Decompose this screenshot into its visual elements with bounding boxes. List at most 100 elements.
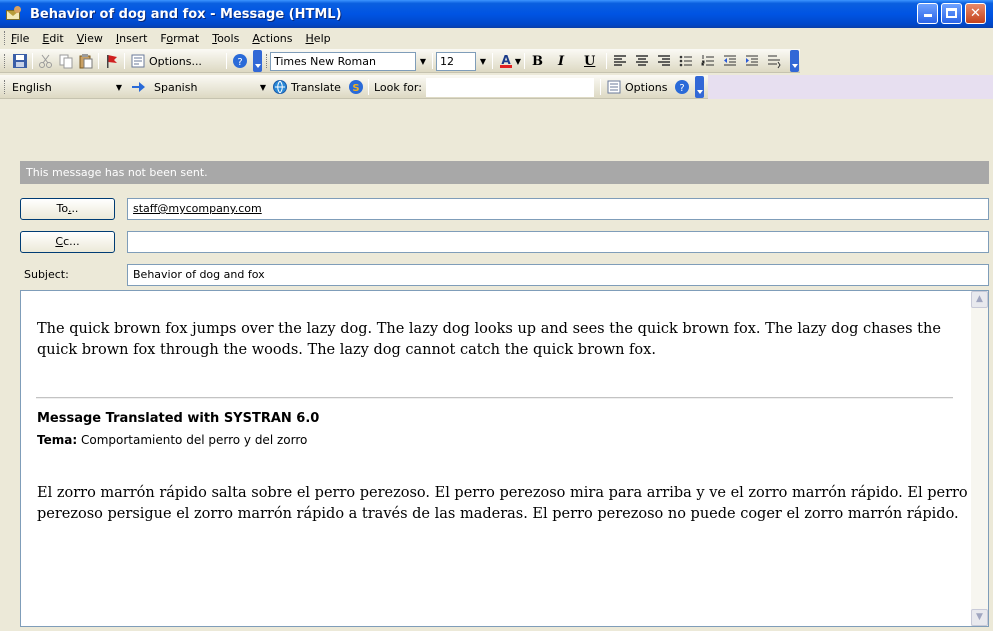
to-recipient[interactable]: staff@mycompany.com xyxy=(133,202,262,215)
subject-field[interactable]: Behavior of dog and fox xyxy=(127,264,989,286)
numbering-button[interactable] xyxy=(700,52,716,70)
svg-text:S: S xyxy=(352,83,359,94)
underline-button[interactable]: U xyxy=(584,52,595,70)
minimize-icon xyxy=(923,14,932,17)
toolbar-overflow-chevron[interactable] xyxy=(253,50,262,72)
toolbar-grip[interactable] xyxy=(4,80,7,94)
toolbar-overflow-chevron[interactable] xyxy=(790,50,799,72)
horizontal-line-button[interactable] xyxy=(766,52,782,70)
translation-header: Message Translated with SYSTRAN 6.0 xyxy=(37,411,320,426)
translated-text: El zorro marrón rápido salta sobre el pe… xyxy=(37,485,968,522)
scroll-down-button[interactable]: ▼ xyxy=(971,609,988,626)
chevron-down-icon[interactable]: ▼ xyxy=(416,52,430,71)
copy-button[interactable] xyxy=(58,52,74,70)
menu-tools[interactable]: Tools xyxy=(212,32,239,45)
tema-value: Comportamiento del perro y del zorro xyxy=(80,433,308,447)
chevron-down-icon[interactable]: ▼ xyxy=(514,52,522,71)
font-name-select[interactable]: Times New Roman xyxy=(270,52,416,71)
align-left-button[interactable] xyxy=(612,52,628,70)
message-body[interactable]: The quick brown fox jumps over the lazy … xyxy=(20,290,989,627)
translate-icon xyxy=(273,80,287,94)
source-language-value: English xyxy=(12,81,52,94)
menu-help[interactable]: Help xyxy=(306,32,331,45)
subject-label: Subject: xyxy=(24,268,69,281)
decrease-indent-button[interactable] xyxy=(722,52,738,70)
separator xyxy=(98,53,99,69)
translate-label: Translate xyxy=(291,80,341,94)
help-button[interactable]: ? xyxy=(232,52,248,70)
font-size-select[interactable]: 12 xyxy=(436,52,476,71)
increase-indent-icon xyxy=(746,55,758,66)
maximize-icon xyxy=(946,8,957,18)
font-size-value: 12 xyxy=(440,55,454,68)
toolbar-grip[interactable] xyxy=(4,54,7,68)
menu-view[interactable]: View xyxy=(77,32,103,45)
bullets-button[interactable] xyxy=(678,52,694,70)
paste-button[interactable] xyxy=(78,52,94,70)
toolbar-overflow-chevron[interactable] xyxy=(695,76,704,98)
original-text: The quick brown fox jumps over the lazy … xyxy=(37,321,941,358)
translated-subject: Tema: Comportamiento del perro y del zor… xyxy=(37,433,307,447)
italic-button[interactable]: I xyxy=(558,52,564,70)
maximize-button[interactable] xyxy=(941,3,962,24)
translate-options-label: Options xyxy=(625,80,668,94)
scroll-up-button[interactable]: ▲ xyxy=(971,291,988,308)
menu-edit[interactable]: Edit xyxy=(42,32,63,45)
look-for-input[interactable] xyxy=(426,78,594,97)
separator xyxy=(600,79,601,95)
bold-button[interactable]: B xyxy=(532,52,543,70)
translation-toolbar: English ▼ Spanish ▼ Translate S Look for… xyxy=(0,75,600,99)
divider xyxy=(36,397,953,399)
separator xyxy=(492,53,493,69)
menu-insert[interactable]: Insert xyxy=(116,32,148,45)
options-button[interactable]: Options... xyxy=(130,52,202,70)
help-icon: ? xyxy=(675,80,689,94)
align-right-button[interactable] xyxy=(656,52,672,70)
translate-help-button[interactable]: ? xyxy=(674,78,690,96)
chevron-down-icon[interactable]: ▼ xyxy=(476,52,490,71)
save-button[interactable] xyxy=(12,52,28,70)
separator xyxy=(606,53,607,69)
cc-field[interactable] xyxy=(127,231,989,253)
svg-text:A: A xyxy=(501,53,511,67)
window-title: Behavior of dog and fox - Message (HTML) xyxy=(30,6,342,22)
font-color-button[interactable]: A xyxy=(498,52,514,70)
toolbar-grip[interactable] xyxy=(266,54,269,68)
cut-button[interactable] xyxy=(38,52,54,70)
svg-text:?: ? xyxy=(679,83,684,94)
numbered-list-icon xyxy=(701,55,714,66)
font-color-icon: A xyxy=(500,53,512,68)
align-center-button[interactable] xyxy=(634,52,650,70)
flag-icon xyxy=(107,55,117,68)
message-icon xyxy=(6,6,24,22)
translate-options-button[interactable]: Options xyxy=(606,78,667,96)
separator xyxy=(226,53,227,69)
menu-actions[interactable]: Actions xyxy=(252,32,292,45)
to-button[interactable]: To... xyxy=(20,198,115,220)
source-language-select[interactable]: English xyxy=(8,78,112,97)
title-bar[interactable]: Behavior of dog and fox - Message (HTML) xyxy=(0,0,993,28)
align-left-icon xyxy=(614,55,626,66)
menu-format[interactable]: Format xyxy=(160,32,199,45)
options-icon xyxy=(607,80,621,94)
increase-indent-button[interactable] xyxy=(744,52,760,70)
vertical-scrollbar[interactable]: ▲ ▼ xyxy=(971,291,988,626)
importance-high-button[interactable] xyxy=(104,52,120,70)
svg-text:?: ? xyxy=(237,57,242,68)
menu-grip[interactable] xyxy=(4,31,7,45)
target-language-select[interactable]: Spanish xyxy=(150,78,256,97)
to-field[interactable]: staff@mycompany.com xyxy=(127,198,989,220)
options-icon xyxy=(131,54,145,68)
chevron-down-icon[interactable]: ▼ xyxy=(256,78,270,97)
systran-button[interactable]: S xyxy=(348,78,364,96)
menu-file[interactable]: File xyxy=(11,32,29,45)
close-button[interactable]: ✕ xyxy=(965,3,986,24)
close-icon: ✕ xyxy=(970,6,981,21)
options-label: Options... xyxy=(149,54,202,68)
font-name-value: Times New Roman xyxy=(274,55,376,68)
minimize-button[interactable] xyxy=(917,3,938,24)
chevron-down-icon[interactable]: ▼ xyxy=(112,78,126,97)
save-icon xyxy=(13,54,27,68)
translate-button[interactable]: Translate xyxy=(272,78,341,96)
cc-button[interactable]: Cc... xyxy=(20,231,115,253)
